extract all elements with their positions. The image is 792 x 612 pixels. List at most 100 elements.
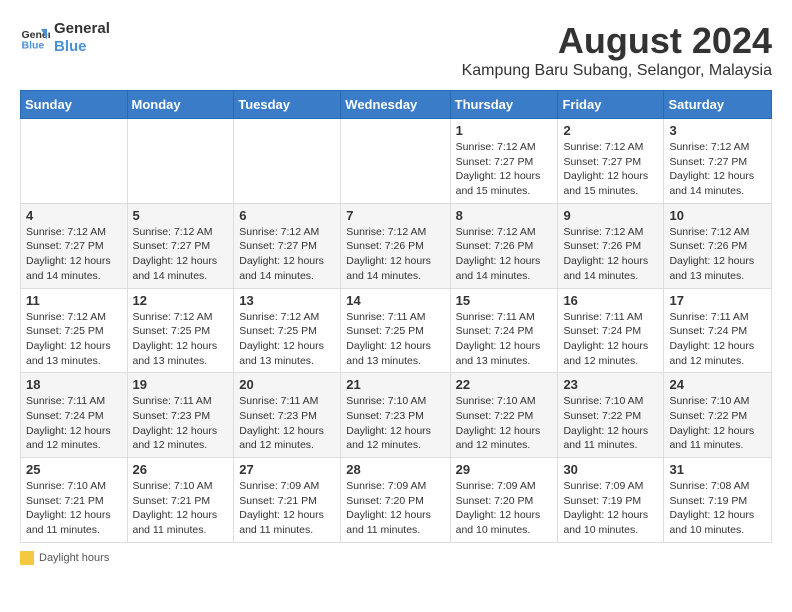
day-info: Sunrise: 7:09 AM Sunset: 7:20 PM Dayligh…: [346, 479, 444, 538]
day-number: 28: [346, 462, 444, 477]
logo-text-blue: Blue: [54, 38, 110, 56]
day-info: Sunrise: 7:12 AM Sunset: 7:26 PM Dayligh…: [456, 225, 553, 284]
day-number: 12: [133, 293, 229, 308]
calendar-day-cell: 13Sunrise: 7:12 AM Sunset: 7:25 PM Dayli…: [234, 288, 341, 373]
calendar-week-row: 1 Sunrise: 7:12 AM Sunset: 7:27 PM Daylig…: [21, 119, 772, 204]
day-number: 6: [239, 208, 335, 223]
calendar-day-cell: 24 Sunrise: 7:10 AM Sunset: 7:22 PM Dayli…: [664, 373, 772, 458]
day-number: 14: [346, 293, 444, 308]
day-info: Sunrise: 7:10 AM Sunset: 7:21 PM Dayligh…: [26, 479, 122, 538]
day-number: 11: [26, 293, 122, 308]
day-info: Sunrise: 7:10 AM Sunset: 7:22 PM Dayligh…: [669, 394, 766, 453]
day-info: Sunrise: 7:12 AM Sunset: 7:25 PM Dayligh…: [26, 310, 122, 369]
day-info: Sunrise: 7:12 AM Sunset: 7:27 PM Dayligh…: [669, 140, 766, 199]
calendar-day-cell: [341, 119, 450, 204]
day-info: Sunrise: 7:12 AM Sunset: 7:27 PM Dayligh…: [133, 225, 229, 284]
day-info: Sunrise: 7:11 AM Sunset: 7:24 PM Dayligh…: [26, 394, 122, 453]
calendar-day-cell: 2Sunrise: 7:12 AM Sunset: 7:27 PM Daylig…: [558, 119, 664, 204]
day-info: Sunrise: 7:11 AM Sunset: 7:24 PM Dayligh…: [456, 310, 553, 369]
calendar-weekday-sunday: Sunday: [21, 91, 128, 119]
calendar-day-cell: 10Sunrise: 7:12 AM Sunset: 7:26 PM Dayli…: [664, 203, 772, 288]
calendar-day-cell: [21, 119, 128, 204]
day-number: 30: [563, 462, 658, 477]
day-info: Sunrise: 7:11 AM Sunset: 7:24 PM Dayligh…: [669, 310, 766, 369]
calendar-day-cell: 23 Sunrise: 7:10 AM Sunset: 7:22 PM Dayli…: [558, 373, 664, 458]
calendar-day-cell: 26 Sunrise: 7:10 AM Sunset: 7:21 PM Dayli…: [127, 458, 234, 543]
daylight-dot: [20, 551, 34, 565]
calendar-day-cell: 27Sunrise: 7:09 AM Sunset: 7:21 PM Dayli…: [234, 458, 341, 543]
calendar-week-row: 4 Sunrise: 7:12 AM Sunset: 7:27 PM Daylig…: [21, 203, 772, 288]
day-info: Sunrise: 7:10 AM Sunset: 7:22 PM Dayligh…: [456, 394, 553, 453]
calendar-weekday-wednesday: Wednesday: [341, 91, 450, 119]
day-info: Sunrise: 7:09 AM Sunset: 7:21 PM Dayligh…: [239, 479, 335, 538]
day-number: 24: [669, 377, 766, 392]
day-info: Sunrise: 7:12 AM Sunset: 7:27 PM Dayligh…: [26, 225, 122, 284]
calendar-day-cell: 25 Sunrise: 7:10 AM Sunset: 7:21 PM Dayli…: [21, 458, 128, 543]
day-number: 4: [26, 208, 122, 223]
day-number: 22: [456, 377, 553, 392]
calendar-weekday-monday: Monday: [127, 91, 234, 119]
calendar-day-cell: 5 Sunrise: 7:12 AM Sunset: 7:27 PM Daylig…: [127, 203, 234, 288]
day-info: Sunrise: 7:09 AM Sunset: 7:20 PM Dayligh…: [456, 479, 553, 538]
calendar-table: SundayMondayTuesdayWednesdayThursdayFrid…: [20, 90, 772, 543]
calendar-weekday-tuesday: Tuesday: [234, 91, 341, 119]
day-info: Sunrise: 7:11 AM Sunset: 7:25 PM Dayligh…: [346, 310, 444, 369]
day-number: 31: [669, 462, 766, 477]
day-number: 15: [456, 293, 553, 308]
calendar-day-cell: 12 Sunrise: 7:12 AM Sunset: 7:25 PM Dayli…: [127, 288, 234, 373]
day-number: 21: [346, 377, 444, 392]
location-subtitle: Kampung Baru Subang, Selangor, Malaysia: [462, 62, 772, 80]
logo-icon: General Blue: [20, 23, 50, 53]
day-info: Sunrise: 7:12 AM Sunset: 7:25 PM Dayligh…: [133, 310, 229, 369]
calendar-weekday-saturday: Saturday: [664, 91, 772, 119]
svg-text:Blue: Blue: [22, 40, 45, 52]
calendar-day-cell: 8Sunrise: 7:12 AM Sunset: 7:26 PM Daylig…: [450, 203, 558, 288]
day-info: Sunrise: 7:11 AM Sunset: 7:23 PM Dayligh…: [133, 394, 229, 453]
logo: General Blue General Blue: [20, 20, 110, 56]
day-info: Sunrise: 7:12 AM Sunset: 7:26 PM Dayligh…: [669, 225, 766, 284]
day-info: Sunrise: 7:12 AM Sunset: 7:27 PM Dayligh…: [456, 140, 553, 199]
calendar-week-row: 18 Sunrise: 7:11 AM Sunset: 7:24 PM Dayli…: [21, 373, 772, 458]
calendar-day-cell: 16Sunrise: 7:11 AM Sunset: 7:24 PM Dayli…: [558, 288, 664, 373]
day-number: 26: [133, 462, 229, 477]
calendar-day-cell: 22 Sunrise: 7:10 AM Sunset: 7:22 PM Dayli…: [450, 373, 558, 458]
day-info: Sunrise: 7:12 AM Sunset: 7:26 PM Dayligh…: [563, 225, 658, 284]
day-number: 17: [669, 293, 766, 308]
calendar-day-cell: 14 Sunrise: 7:11 AM Sunset: 7:25 PM Dayli…: [341, 288, 450, 373]
day-info: Sunrise: 7:10 AM Sunset: 7:22 PM Dayligh…: [563, 394, 658, 453]
day-number: 1: [456, 123, 553, 138]
day-info: Sunrise: 7:12 AM Sunset: 7:27 PM Dayligh…: [239, 225, 335, 284]
day-number: 25: [26, 462, 122, 477]
day-info: Sunrise: 7:10 AM Sunset: 7:21 PM Dayligh…: [133, 479, 229, 538]
calendar-day-cell: 28 Sunrise: 7:09 AM Sunset: 7:20 PM Dayli…: [341, 458, 450, 543]
calendar-day-cell: 18 Sunrise: 7:11 AM Sunset: 7:24 PM Dayli…: [21, 373, 128, 458]
day-number: 29: [456, 462, 553, 477]
day-number: 19: [133, 377, 229, 392]
day-number: 5: [133, 208, 229, 223]
calendar-day-cell: 6 Sunrise: 7:12 AM Sunset: 7:27 PM Daylig…: [234, 203, 341, 288]
calendar-day-cell: [234, 119, 341, 204]
day-number: 9: [563, 208, 658, 223]
title-block: August 2024 Kampung Baru Subang, Selango…: [462, 20, 772, 80]
day-number: 20: [239, 377, 335, 392]
calendar-day-cell: 19 Sunrise: 7:11 AM Sunset: 7:23 PM Dayli…: [127, 373, 234, 458]
day-number: 18: [26, 377, 122, 392]
day-number: 7: [346, 208, 444, 223]
calendar-day-cell: 3Sunrise: 7:12 AM Sunset: 7:27 PM Daylig…: [664, 119, 772, 204]
calendar-day-cell: 4 Sunrise: 7:12 AM Sunset: 7:27 PM Daylig…: [21, 203, 128, 288]
page-header: General Blue General Blue August 2024 Ka…: [20, 20, 772, 80]
calendar-day-cell: 15 Sunrise: 7:11 AM Sunset: 7:24 PM Dayli…: [450, 288, 558, 373]
day-info: Sunrise: 7:10 AM Sunset: 7:23 PM Dayligh…: [346, 394, 444, 453]
calendar-day-cell: 17 Sunrise: 7:11 AM Sunset: 7:24 PM Dayli…: [664, 288, 772, 373]
calendar-day-cell: [127, 119, 234, 204]
calendar-day-cell: 7Sunrise: 7:12 AM Sunset: 7:26 PM Daylig…: [341, 203, 450, 288]
day-number: 23: [563, 377, 658, 392]
calendar-day-cell: 21 Sunrise: 7:10 AM Sunset: 7:23 PM Dayli…: [341, 373, 450, 458]
footer: Daylight hours: [20, 551, 772, 568]
calendar-day-cell: 1 Sunrise: 7:12 AM Sunset: 7:27 PM Daylig…: [450, 119, 558, 204]
day-number: 13: [239, 293, 335, 308]
day-number: 2: [563, 123, 658, 138]
day-info: Sunrise: 7:09 AM Sunset: 7:19 PM Dayligh…: [563, 479, 658, 538]
calendar-weekday-friday: Friday: [558, 91, 664, 119]
calendar-header-row: SundayMondayTuesdayWednesdayThursdayFrid…: [21, 91, 772, 119]
